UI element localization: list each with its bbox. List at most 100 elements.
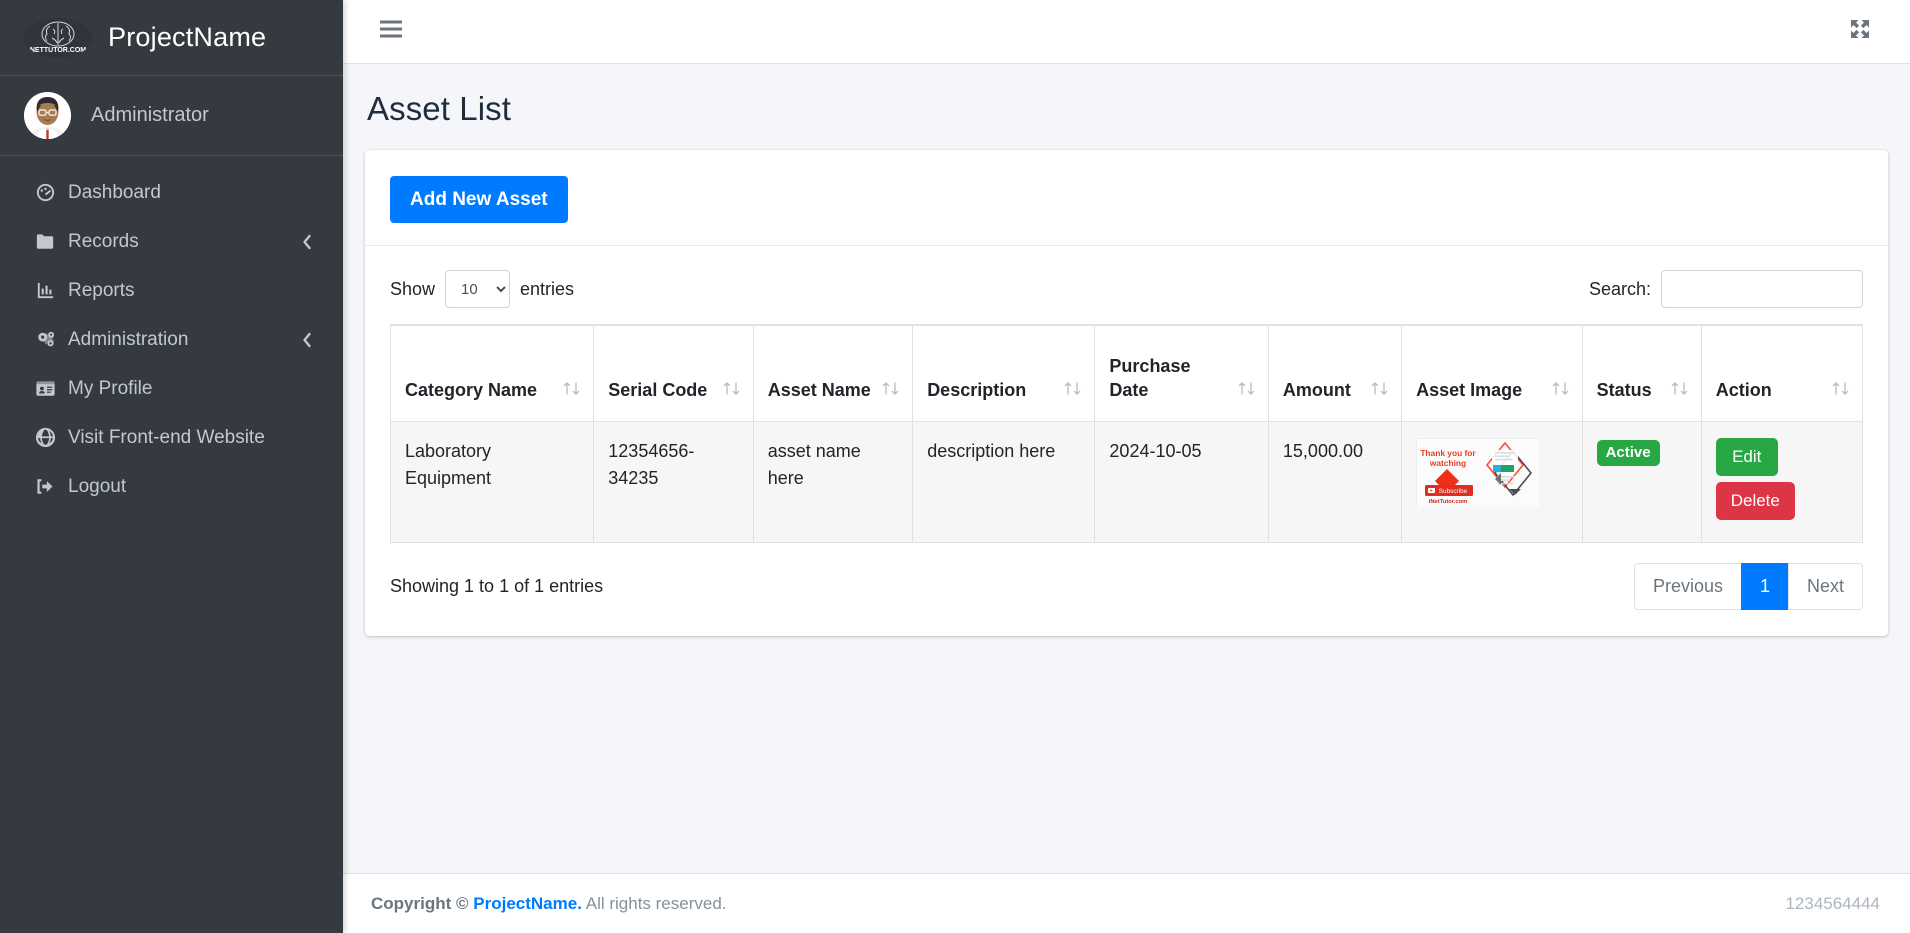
- sort-updown-icon: [1238, 380, 1256, 403]
- footer-brand-link[interactable]: ProjectName.: [473, 894, 582, 913]
- entries-length-control: Show 10 25 50 100 entries: [390, 270, 574, 308]
- datatable-controls: Show 10 25 50 100 entries Search:: [390, 264, 1863, 324]
- column-label: Action: [1716, 378, 1772, 402]
- brand-header[interactable]: NETTUTOR.COM ProjectName: [0, 0, 343, 76]
- cell-status: Active: [1582, 421, 1701, 542]
- sidebar-nav: Dashboard Records: [0, 156, 343, 511]
- sort-updown-icon: [1832, 380, 1850, 403]
- column-label: Asset Image: [1416, 378, 1522, 402]
- sidebar-item-label: Records: [68, 231, 139, 253]
- column-header-purchase-date[interactable]: Purchase Date: [1095, 325, 1268, 421]
- column-label: Amount: [1283, 378, 1351, 402]
- svg-text:Thank you for: Thank you for: [1420, 448, 1476, 458]
- column-header-asset-name[interactable]: Asset Name: [753, 325, 912, 421]
- gears-icon: [34, 328, 68, 351]
- footer-rights-text: All rights reserved.: [586, 894, 727, 913]
- top-navbar: [343, 0, 1910, 64]
- sidebar-item-logout[interactable]: Logout: [8, 462, 335, 511]
- bar-chart-icon: [34, 279, 68, 302]
- svg-text:watching: watching: [1429, 458, 1466, 468]
- pagination-page-1-button[interactable]: 1: [1741, 563, 1789, 611]
- pagination: Previous 1 Next: [1634, 563, 1863, 611]
- cell-serial-code: 12354656-34235: [594, 421, 753, 542]
- sidebar-item-label: Logout: [68, 476, 126, 498]
- search-label: Search:: [1589, 279, 1651, 300]
- column-label: Serial Code: [608, 378, 707, 402]
- footer-copyright-prefix: Copyright ©: [371, 894, 469, 913]
- brand-title: ProjectName: [108, 22, 266, 53]
- footer-copyright: Copyright © ProjectName. All rights rese…: [371, 894, 727, 914]
- svg-text:NETTUTOR.COM: NETTUTOR.COM: [30, 47, 86, 54]
- pagination-next-button[interactable]: Next: [1788, 563, 1863, 611]
- dashboard-gauge-icon: [34, 181, 68, 204]
- card-header: Add New Asset: [365, 150, 1888, 246]
- column-header-category-name[interactable]: Category Name: [391, 325, 594, 421]
- add-new-asset-button[interactable]: Add New Asset: [390, 176, 568, 223]
- column-header-asset-image[interactable]: Asset Image: [1402, 325, 1582, 421]
- table-body: Laboratory Equipment 12354656-34235 asse…: [391, 421, 1863, 542]
- column-label: Purchase Date: [1109, 354, 1231, 403]
- asset-table: Category Name Serial Code Asset Name: [390, 324, 1863, 543]
- sidebar-item-visit-frontend-website[interactable]: Visit Front-end Website: [8, 413, 335, 462]
- globe-icon: [34, 426, 68, 449]
- entries-per-page-select[interactable]: 10 25 50 100: [445, 270, 510, 308]
- column-header-action[interactable]: Action: [1701, 325, 1862, 421]
- fullscreen-button[interactable]: [1840, 12, 1880, 52]
- pagination-previous-button[interactable]: Previous: [1634, 563, 1742, 611]
- column-label: Asset Name: [768, 378, 871, 402]
- column-header-amount[interactable]: Amount: [1268, 325, 1401, 421]
- sidebar-item-dashboard[interactable]: Dashboard: [8, 168, 335, 217]
- sidebar-item-my-profile[interactable]: My Profile: [8, 364, 335, 413]
- sort-updown-icon: [1371, 380, 1389, 403]
- sidebar-item-label: Visit Front-end Website: [68, 427, 265, 449]
- page-title: Asset List: [367, 64, 1888, 150]
- sidebar-item-records[interactable]: Records: [8, 217, 335, 266]
- column-header-serial-code[interactable]: Serial Code: [594, 325, 753, 421]
- content-area: Asset List Add New Asset Show 10 25 50: [343, 64, 1910, 873]
- datatable-footer: Showing 1 to 1 of 1 entries Previous 1 N…: [390, 543, 1863, 613]
- asset-thumbnail-image[interactable]: Thank you for watching Subscribe iNetTut…: [1416, 438, 1538, 506]
- card-body: Show 10 25 50 100 entries Search:: [365, 246, 1888, 636]
- sort-updown-icon: [723, 380, 741, 403]
- sidebar-item-reports[interactable]: Reports: [8, 266, 335, 315]
- expand-arrows-icon: [1848, 17, 1872, 46]
- column-label: Category Name: [405, 378, 537, 402]
- sidebar-item-label: Reports: [68, 280, 135, 302]
- cell-asset-name: asset name here: [753, 421, 912, 542]
- user-name: Administrator: [91, 104, 209, 127]
- sign-out-icon: [34, 475, 68, 498]
- sort-updown-icon: [1064, 380, 1082, 403]
- cell-category-name: Laboratory Equipment: [391, 421, 594, 542]
- cell-purchase-date: 2024-10-05: [1095, 421, 1268, 542]
- delete-button[interactable]: Delete: [1716, 482, 1795, 520]
- sidebar-item-label: Administration: [68, 329, 188, 351]
- sidebar-item-administration[interactable]: Administration: [8, 315, 335, 364]
- page-footer: Copyright © ProjectName. All rights rese…: [343, 873, 1910, 933]
- entries-label: entries: [520, 279, 574, 300]
- cell-asset-image: Thank you for watching Subscribe iNetTut…: [1402, 421, 1582, 542]
- cell-description: description here: [913, 421, 1095, 542]
- status-badge: Active: [1597, 440, 1660, 467]
- sidebar-item-label: Dashboard: [68, 182, 161, 204]
- menu-toggle-button[interactable]: [371, 12, 411, 52]
- sort-updown-icon: [563, 380, 581, 403]
- avatar: [24, 92, 71, 139]
- column-label: Description: [927, 378, 1026, 402]
- table-row: Laboratory Equipment 12354656-34235 asse…: [391, 421, 1863, 542]
- hamburger-icon: [380, 20, 402, 43]
- id-card-icon: [34, 377, 68, 400]
- user-panel[interactable]: Administrator: [0, 76, 343, 156]
- table-head: Category Name Serial Code Asset Name: [391, 325, 1863, 421]
- sort-updown-icon: [882, 380, 900, 403]
- column-header-status[interactable]: Status: [1582, 325, 1701, 421]
- edit-button[interactable]: Edit: [1716, 438, 1778, 476]
- show-label: Show: [390, 279, 435, 300]
- cell-amount: 15,000.00: [1268, 421, 1401, 542]
- column-header-description[interactable]: Description: [913, 325, 1095, 421]
- sort-updown-icon: [1671, 380, 1689, 403]
- datatable-info: Showing 1 to 1 of 1 entries: [390, 576, 603, 597]
- search-control: Search:: [1589, 270, 1863, 308]
- search-input[interactable]: [1661, 270, 1863, 308]
- chevron-left-icon: [300, 331, 313, 349]
- brain-logo-icon: NETTUTOR.COM: [24, 18, 92, 58]
